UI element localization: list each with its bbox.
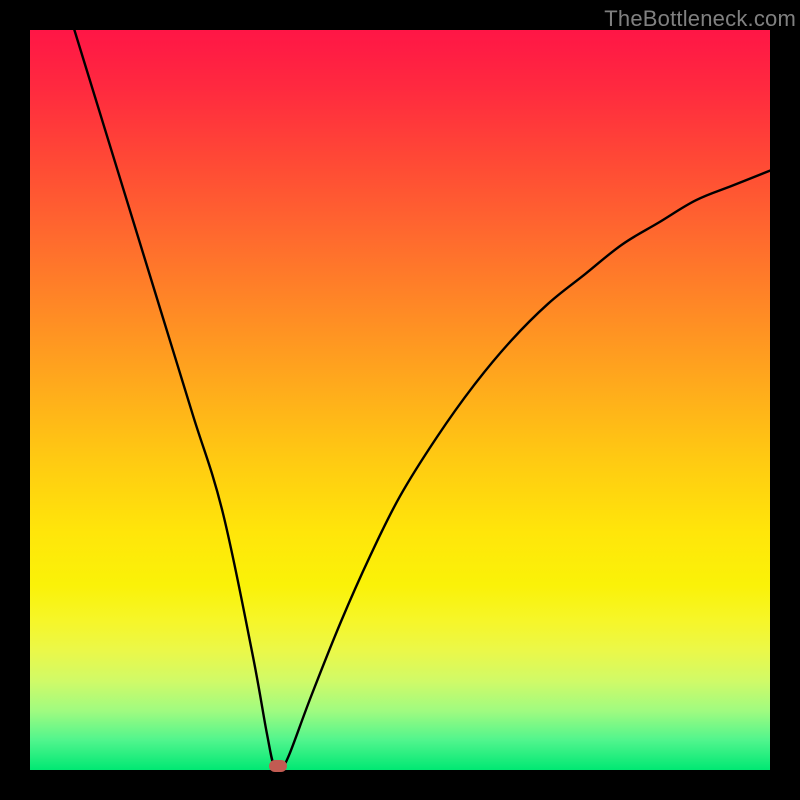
chart-svg: [0, 0, 800, 800]
minimum-marker: [269, 760, 287, 772]
watermark-text: TheBottleneck.com: [604, 6, 796, 32]
bottleneck-curve: [74, 30, 770, 769]
